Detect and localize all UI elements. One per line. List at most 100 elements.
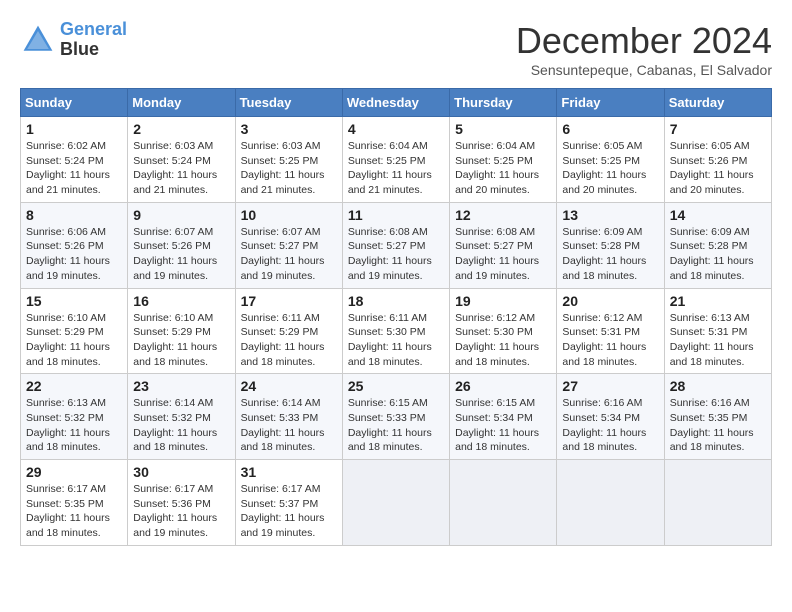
calendar-cell [450, 460, 557, 546]
calendar-week-4: 22 Sunrise: 6:13 AMSunset: 5:32 PMDayligh… [21, 374, 772, 460]
calendar-cell: 11Sunrise: 6:08 AMSunset: 5:27 PMDayligh… [342, 202, 449, 288]
calendar-week-2: 8 Sunrise: 6:06 AMSunset: 5:26 PMDaylight… [21, 202, 772, 288]
day-info: Sunrise: 6:02 AMSunset: 5:24 PMDaylight:… [26, 139, 122, 198]
day-info: Sunrise: 6:13 AMSunset: 5:32 PMDaylight:… [26, 396, 122, 455]
calendar-cell: 9Sunrise: 6:07 AMSunset: 5:26 PMDaylight… [128, 202, 235, 288]
day-number: 14 [670, 207, 766, 223]
day-info: Sunrise: 6:10 AMSunset: 5:29 PMDaylight:… [133, 311, 229, 370]
day-number: 24 [241, 378, 337, 394]
day-info: Sunrise: 6:03 AMSunset: 5:25 PMDaylight:… [241, 139, 337, 198]
day-info: Sunrise: 6:13 AMSunset: 5:31 PMDaylight:… [670, 311, 766, 370]
calendar-cell: 17 Sunrise: 6:11 AMSunset: 5:29 PMDayligh… [235, 288, 342, 374]
calendar-cell: 5 Sunrise: 6:04 AMSunset: 5:25 PMDaylight… [450, 117, 557, 203]
day-info: Sunrise: 6:04 AMSunset: 5:25 PMDaylight:… [348, 139, 444, 198]
calendar-cell: 21 Sunrise: 6:13 AMSunset: 5:31 PMDayligh… [664, 288, 771, 374]
day-number: 25 [348, 378, 444, 394]
day-info: Sunrise: 6:05 AMSunset: 5:26 PMDaylight:… [670, 139, 766, 198]
day-number: 30 [133, 464, 229, 480]
day-info: Sunrise: 6:05 AMSunset: 5:25 PMDaylight:… [562, 139, 658, 198]
day-number: 31 [241, 464, 337, 480]
calendar-week-1: 1Sunrise: 6:02 AMSunset: 5:24 PMDaylight… [21, 117, 772, 203]
day-number: 29 [26, 464, 122, 480]
day-info: Sunrise: 6:10 AMSunset: 5:29 PMDaylight:… [26, 311, 122, 370]
calendar-table: SundayMondayTuesdayWednesdayThursdayFrid… [20, 88, 772, 546]
day-number: 23 [133, 378, 229, 394]
day-info: Sunrise: 6:07 AMSunset: 5:27 PMDaylight:… [241, 225, 337, 284]
calendar-cell [557, 460, 664, 546]
day-number: 12 [455, 207, 551, 223]
day-info: Sunrise: 6:11 AMSunset: 5:29 PMDaylight:… [241, 311, 337, 370]
calendar-cell: 10Sunrise: 6:07 AMSunset: 5:27 PMDayligh… [235, 202, 342, 288]
calendar-cell: 15Sunrise: 6:10 AMSunset: 5:29 PMDayligh… [21, 288, 128, 374]
day-number: 2 [133, 121, 229, 137]
day-info: Sunrise: 6:15 AMSunset: 5:34 PMDaylight:… [455, 396, 551, 455]
day-number: 28 [670, 378, 766, 394]
calendar-header-row: SundayMondayTuesdayWednesdayThursdayFrid… [21, 89, 772, 117]
day-info: Sunrise: 6:11 AMSunset: 5:30 PMDaylight:… [348, 311, 444, 370]
calendar-cell: 26Sunrise: 6:15 AMSunset: 5:34 PMDayligh… [450, 374, 557, 460]
calendar-cell [342, 460, 449, 546]
day-number: 4 [348, 121, 444, 137]
calendar-cell: 27Sunrise: 6:16 AMSunset: 5:34 PMDayligh… [557, 374, 664, 460]
day-number: 13 [562, 207, 658, 223]
day-info: Sunrise: 6:16 AMSunset: 5:35 PMDaylight:… [670, 396, 766, 455]
day-info: Sunrise: 6:17 AMSunset: 5:36 PMDaylight:… [133, 482, 229, 541]
day-info: Sunrise: 6:03 AMSunset: 5:24 PMDaylight:… [133, 139, 229, 198]
day-number: 19 [455, 293, 551, 309]
day-info: Sunrise: 6:14 AMSunset: 5:33 PMDaylight:… [241, 396, 337, 455]
day-number: 20 [562, 293, 658, 309]
weekday-header-sunday: Sunday [21, 89, 128, 117]
weekday-header-friday: Friday [557, 89, 664, 117]
calendar-cell: 1Sunrise: 6:02 AMSunset: 5:24 PMDaylight… [21, 117, 128, 203]
calendar-cell: 3 Sunrise: 6:03 AMSunset: 5:25 PMDaylight… [235, 117, 342, 203]
page-header: General Blue December 2024 Sensuntepeque… [20, 20, 772, 78]
day-info: Sunrise: 6:04 AMSunset: 5:25 PMDaylight:… [455, 139, 551, 198]
day-info: Sunrise: 6:15 AMSunset: 5:33 PMDaylight:… [348, 396, 444, 455]
logo-icon [20, 22, 56, 58]
calendar-cell [664, 460, 771, 546]
calendar-cell: 31 Sunrise: 6:17 AMSunset: 5:37 PMDayligh… [235, 460, 342, 546]
day-number: 8 [26, 207, 122, 223]
day-info: Sunrise: 6:12 AMSunset: 5:31 PMDaylight:… [562, 311, 658, 370]
weekday-header-saturday: Saturday [664, 89, 771, 117]
calendar-cell: 12 Sunrise: 6:08 AMSunset: 5:27 PMDayligh… [450, 202, 557, 288]
calendar-cell: 20 Sunrise: 6:12 AMSunset: 5:31 PMDayligh… [557, 288, 664, 374]
calendar-week-3: 15Sunrise: 6:10 AMSunset: 5:29 PMDayligh… [21, 288, 772, 374]
weekday-header-wednesday: Wednesday [342, 89, 449, 117]
calendar-cell: 18 Sunrise: 6:11 AMSunset: 5:30 PMDayligh… [342, 288, 449, 374]
weekday-header-thursday: Thursday [450, 89, 557, 117]
day-number: 3 [241, 121, 337, 137]
calendar-cell: 16Sunrise: 6:10 AMSunset: 5:29 PMDayligh… [128, 288, 235, 374]
day-number: 21 [670, 293, 766, 309]
calendar-cell: 7 Sunrise: 6:05 AMSunset: 5:26 PMDaylight… [664, 117, 771, 203]
calendar-cell: 23 Sunrise: 6:14 AMSunset: 5:32 PMDayligh… [128, 374, 235, 460]
day-info: Sunrise: 6:17 AMSunset: 5:37 PMDaylight:… [241, 482, 337, 541]
day-info: Sunrise: 6:17 AMSunset: 5:35 PMDaylight:… [26, 482, 122, 541]
calendar-cell: 6 Sunrise: 6:05 AMSunset: 5:25 PMDaylight… [557, 117, 664, 203]
day-info: Sunrise: 6:07 AMSunset: 5:26 PMDaylight:… [133, 225, 229, 284]
day-number: 27 [562, 378, 658, 394]
day-number: 6 [562, 121, 658, 137]
day-info: Sunrise: 6:06 AMSunset: 5:26 PMDaylight:… [26, 225, 122, 284]
calendar-cell: 28 Sunrise: 6:16 AMSunset: 5:35 PMDayligh… [664, 374, 771, 460]
day-number: 7 [670, 121, 766, 137]
weekday-header-monday: Monday [128, 89, 235, 117]
month-title: December 2024 [516, 20, 772, 62]
calendar-cell: 13 Sunrise: 6:09 AMSunset: 5:28 PMDayligh… [557, 202, 664, 288]
day-number: 18 [348, 293, 444, 309]
location: Sensuntepeque, Cabanas, El Salvador [516, 62, 772, 78]
day-number: 22 [26, 378, 122, 394]
calendar-cell: 19Sunrise: 6:12 AMSunset: 5:30 PMDayligh… [450, 288, 557, 374]
day-number: 17 [241, 293, 337, 309]
day-info: Sunrise: 6:08 AMSunset: 5:27 PMDaylight:… [455, 225, 551, 284]
day-info: Sunrise: 6:14 AMSunset: 5:32 PMDaylight:… [133, 396, 229, 455]
calendar-cell: 25 Sunrise: 6:15 AMSunset: 5:33 PMDayligh… [342, 374, 449, 460]
calendar-cell: 30 Sunrise: 6:17 AMSunset: 5:36 PMDayligh… [128, 460, 235, 546]
logo: General Blue [20, 20, 127, 60]
title-block: December 2024 Sensuntepeque, Cabanas, El… [516, 20, 772, 78]
day-info: Sunrise: 6:08 AMSunset: 5:27 PMDaylight:… [348, 225, 444, 284]
logo-text: General Blue [60, 20, 127, 60]
day-info: Sunrise: 6:09 AMSunset: 5:28 PMDaylight:… [562, 225, 658, 284]
calendar-cell: 24 Sunrise: 6:14 AMSunset: 5:33 PMDayligh… [235, 374, 342, 460]
day-number: 5 [455, 121, 551, 137]
